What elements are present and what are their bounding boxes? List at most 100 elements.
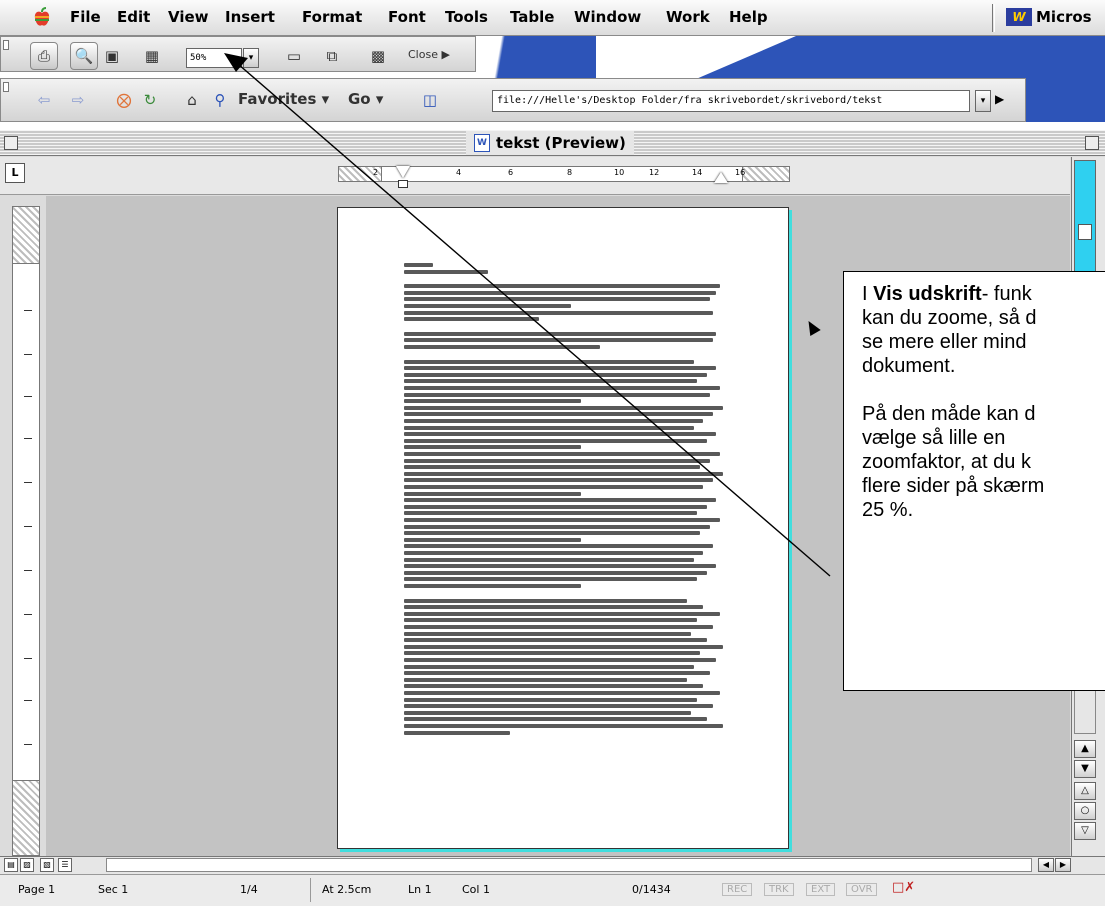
- address-go-arrow-icon[interactable]: ▶: [995, 92, 1004, 106]
- online-layout-view-button[interactable]: ▨: [20, 858, 34, 872]
- status-position[interactable]: At 2.5cm: [322, 883, 371, 896]
- full-screen-icon[interactable]: ▭: [280, 42, 308, 70]
- horizontal-scroll-track[interactable]: [106, 858, 1032, 872]
- close-preview-button[interactable]: Close ▶: [408, 48, 450, 61]
- menu-table[interactable]: Table: [510, 8, 554, 26]
- favorites-menu[interactable]: Favorites ▾: [238, 90, 329, 108]
- app-name[interactable]: Micros: [1036, 8, 1092, 26]
- view-mode-icon[interactable]: ▩: [364, 42, 392, 70]
- window-zoom-box[interactable]: [1085, 136, 1099, 150]
- page-text-line: [404, 412, 714, 417]
- page-text-line: [404, 504, 707, 509]
- apple-menu-icon[interactable]: [30, 6, 54, 30]
- status-section[interactable]: Sec 1: [98, 883, 128, 896]
- page-text-line: [404, 425, 694, 430]
- menu-insert[interactable]: Insert: [225, 8, 275, 26]
- page-text-line: [404, 684, 704, 689]
- status-trk[interactable]: TRK: [764, 883, 794, 896]
- scroll-right-button[interactable]: ▶: [1055, 858, 1071, 872]
- scroll-left-button[interactable]: ◀: [1038, 858, 1054, 872]
- search-web-icon[interactable]: ⚲: [206, 86, 234, 114]
- ruler-tick: 4: [456, 168, 462, 177]
- page-text-line: [404, 618, 698, 623]
- page-text-line: [404, 379, 698, 384]
- next-page-button[interactable]: ▽: [1074, 822, 1096, 840]
- status-ext[interactable]: EXT: [806, 883, 836, 896]
- page-text-line: [404, 664, 694, 669]
- normal-view-button[interactable]: ▤: [4, 858, 18, 872]
- multiple-pages-icon[interactable]: ▦: [138, 42, 166, 70]
- select-browse-object-button[interactable]: ○: [1074, 802, 1096, 820]
- menu-window[interactable]: Window: [574, 8, 641, 26]
- word-app-icon[interactable]: W: [1006, 8, 1032, 26]
- vertical-ruler[interactable]: [12, 206, 40, 856]
- status-page[interactable]: Page 1: [18, 883, 55, 896]
- print-icon[interactable]: ⎙: [30, 42, 58, 70]
- menu-edit[interactable]: Edit: [117, 8, 150, 26]
- tab-stop-selector[interactable]: L: [5, 163, 25, 183]
- status-rec[interactable]: REC: [722, 883, 753, 896]
- left-indent-marker[interactable]: [398, 180, 408, 188]
- go-menu[interactable]: Go ▾: [348, 90, 383, 108]
- status-word-count[interactable]: 0/1434: [632, 883, 671, 896]
- page-text-line: [404, 290, 717, 295]
- one-page-icon[interactable]: ▣: [98, 42, 126, 70]
- go-label[interactable]: Go: [348, 90, 371, 108]
- page-text-line: [404, 531, 701, 536]
- forward-arrow-icon[interactable]: ⇨: [64, 86, 92, 114]
- page-text-line: [404, 310, 714, 315]
- page-text-line: [404, 631, 691, 636]
- window-close-box[interactable]: [4, 136, 18, 150]
- page-text-line: [404, 570, 707, 575]
- first-line-indent-marker[interactable]: [396, 166, 410, 178]
- outline-view-button[interactable]: ☰: [58, 858, 72, 872]
- menu-file[interactable]: File: [70, 8, 101, 26]
- status-page-count[interactable]: 1/4: [240, 883, 258, 896]
- vertical-scroll-thumb[interactable]: [1078, 224, 1092, 240]
- page-text-line: [404, 366, 717, 371]
- menu-font[interactable]: Font: [388, 8, 426, 26]
- scroll-down-button[interactable]: ▼: [1074, 760, 1096, 778]
- toolbar-grip[interactable]: [3, 82, 9, 92]
- vertical-scroll-empty-track[interactable]: [1074, 690, 1096, 734]
- status-line[interactable]: Ln 1: [408, 883, 432, 896]
- stop-icon[interactable]: ⨂: [110, 86, 138, 114]
- page-text-line: [404, 345, 601, 349]
- shrink-to-fit-icon[interactable]: ⧉: [318, 42, 346, 70]
- callout-box: I Vis udskrift- funk kan du zoome, så d …: [843, 271, 1105, 691]
- close-preview-label[interactable]: Close: [408, 48, 438, 61]
- zoom-dropdown-button[interactable]: ▾: [243, 48, 259, 68]
- address-field[interactable]: file:///Helle's/Desktop Folder/fra skriv…: [492, 90, 970, 112]
- magnifier-icon[interactable]: 🔍: [70, 42, 98, 70]
- word-document-icon: W: [474, 134, 490, 152]
- ruler-tick: 6: [508, 168, 514, 177]
- refresh-icon[interactable]: ↻: [136, 86, 164, 114]
- address-dropdown-button[interactable]: ▾: [975, 90, 991, 112]
- page-text-line: [404, 644, 723, 649]
- page-text-line: [404, 557, 694, 562]
- ruler-tick: 12: [649, 168, 660, 177]
- spelling-status-icon[interactable]: □✗: [892, 880, 922, 898]
- status-column[interactable]: Col 1: [462, 883, 490, 896]
- window-title-group: W tekst (Preview): [466, 131, 634, 155]
- menu-work[interactable]: Work: [666, 8, 710, 26]
- home-icon[interactable]: ⌂: [178, 86, 206, 114]
- menu-tools[interactable]: Tools: [445, 8, 488, 26]
- favorites-label[interactable]: Favorites: [238, 90, 316, 108]
- status-ovr[interactable]: OVR: [846, 883, 878, 896]
- page-layout-view-button[interactable]: ▧: [40, 858, 54, 872]
- zoom-field[interactable]: 50%: [186, 48, 242, 68]
- menu-view[interactable]: View: [168, 8, 209, 26]
- show-web-toolbar-icon[interactable]: ◫: [416, 86, 444, 114]
- back-arrow-icon[interactable]: ⇦: [30, 86, 58, 114]
- toolbar-grip[interactable]: [3, 40, 9, 50]
- page-text-line: [404, 392, 710, 397]
- scroll-up-button[interactable]: ▲: [1074, 740, 1096, 758]
- page-text-line: [404, 704, 714, 709]
- page-text-line: [404, 605, 704, 610]
- page-text-line: [404, 584, 582, 588]
- menu-help[interactable]: Help: [729, 8, 768, 26]
- menu-format[interactable]: Format: [302, 8, 362, 26]
- right-indent-marker[interactable]: [714, 172, 728, 183]
- previous-page-button[interactable]: △: [1074, 782, 1096, 800]
